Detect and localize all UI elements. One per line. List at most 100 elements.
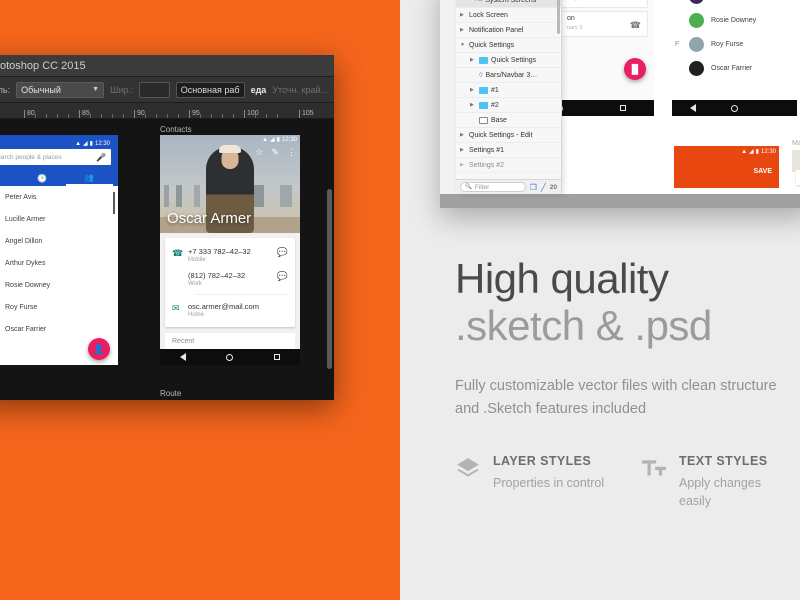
- layer-row-settings-1[interactable]: ▶ Settings #1: [456, 143, 561, 158]
- recent-section-header[interactable]: Recent: [165, 332, 295, 350]
- phone-icon[interactable]: ☎: [630, 20, 641, 31]
- layer-row-quick-settings-edit[interactable]: ▶ Quick Settings - Edit: [456, 128, 561, 143]
- list-item[interactable]: Arthur Dykes: [0, 252, 118, 274]
- save-button[interactable]: SAVE: [753, 168, 772, 175]
- signal-icon: ◢: [270, 137, 275, 143]
- people-icon: 👥: [84, 172, 95, 182]
- ruler-label: 95: [192, 110, 200, 117]
- disclosure-arrow[interactable]: ▶: [470, 87, 476, 93]
- call-log-number: on: [567, 15, 575, 22]
- overflow-icon[interactable]: ⋮: [287, 147, 296, 158]
- list-item[interactable]: Arthur Dykes: [672, 0, 797, 8]
- canvas-scrollbar[interactable]: [327, 189, 332, 369]
- call-log-artboard: 88-99 uary 3 ☎ on uary 3 ☎ █: [528, 0, 654, 116]
- list-item[interactable]: Oscar Farrier: [0, 318, 118, 340]
- microphone-icon[interactable]: 🎤: [96, 153, 106, 162]
- add-contact-fab[interactable]: 👤: [88, 338, 110, 360]
- disclosure-arrow[interactable]: ▶: [470, 57, 476, 63]
- ruler-label: 105: [302, 110, 314, 117]
- back-icon[interactable]: [180, 353, 187, 361]
- list-item[interactable]: Rosie Downey: [0, 274, 118, 296]
- list-scrollbar[interactable]: [113, 192, 115, 214]
- list-item[interactable]: D Angel Dillon: [0, 230, 118, 252]
- layer-label: Quick Settings - Edit: [469, 131, 533, 139]
- artboard-label-contacts[interactable]: Contacts: [160, 125, 192, 134]
- map-search-bar[interactable]: ☰ Try gas stations, ATMs: [796, 170, 800, 185]
- duplicate-icon[interactable]: ❐: [530, 183, 537, 192]
- contact-name: Rosie Downey: [711, 16, 757, 24]
- filter-input[interactable]: 🔍 Filter: [460, 182, 526, 192]
- list-item[interactable]: Lucille Armer: [0, 208, 118, 230]
- style-select[interactable]: Обычный ▼: [16, 81, 105, 98]
- contact-phone-work[interactable]: (812) 782–42–32 Work 💬: [165, 267, 295, 291]
- disclosure-arrow[interactable]: ▶: [460, 12, 466, 18]
- layer-row-bars-navbar[interactable]: ◊ Bars/Navbar 3…: [456, 68, 561, 83]
- pen-icon[interactable]: ╱: [541, 183, 546, 192]
- width-input[interactable]: [139, 81, 170, 98]
- headline-line-2: .sketch & .psd: [455, 302, 712, 350]
- phone-label: Mobile: [188, 257, 206, 263]
- message-icon[interactable]: 💬: [277, 271, 288, 282]
- photoshop-titlebar: otoshop CC 2015: [0, 55, 334, 77]
- disclosure-arrow[interactable]: ▼: [460, 42, 466, 48]
- disclosure-arrow[interactable]: ▶: [460, 147, 466, 153]
- list-item[interactable]: F Roy Furse: [0, 296, 118, 318]
- photoshop-canvas[interactable]: ontact Contacts aps Route ▲ ◢ ▮ 12:30 🔍 …: [0, 119, 334, 400]
- disclosure-arrow[interactable]: ▶: [460, 27, 466, 33]
- mini-contacts-artboard: Arthur Dykes Rosie Downey F Roy Furse: [672, 0, 797, 116]
- contacts-list[interactable]: A Peter Avis Lucille Armer D Angel Dillo…: [0, 186, 118, 365]
- horizontal-ruler[interactable]: 80 85 90 95 100 105: [0, 103, 334, 119]
- back-icon[interactable]: [689, 104, 696, 112]
- email-value: osc.armer@mail.com: [188, 302, 259, 311]
- feature-layer-styles: LAYER STYLES Properties in control: [455, 454, 609, 510]
- message-icon[interactable]: 💬: [277, 247, 288, 258]
- artboard-label-route[interactable]: Route: [160, 389, 181, 398]
- tab-contacts[interactable]: 👥: [65, 170, 113, 186]
- width-label: Шир.:: [110, 84, 134, 95]
- recents-icon[interactable]: [619, 105, 626, 111]
- dialpad-fab[interactable]: █: [624, 58, 646, 80]
- layer-row-lock-screen[interactable]: ▶ Lock Screen: [456, 8, 561, 23]
- layer-row-2[interactable]: ▶ #2: [456, 98, 561, 113]
- photoshop-window: otoshop CC 2015 Стиль: Обычный ▼ Шир.: О…: [0, 55, 334, 400]
- list-item[interactable]: A Peter Avis: [0, 186, 118, 208]
- battery-icon: ▮: [755, 148, 759, 155]
- tab-recents[interactable]: 🕑: [18, 170, 65, 186]
- layer-row-quick-settings-group[interactable]: ▶ Quick Settings: [456, 53, 561, 68]
- tab-favorites[interactable]: ★: [0, 170, 18, 186]
- workspace-value: Основная раб: [180, 84, 240, 95]
- layer-row-system-screens[interactable]: Aa System Screens: [456, 0, 561, 8]
- layer-row-quick-settings[interactable]: ▼ Quick Settings: [456, 38, 561, 53]
- star-icon[interactable]: ☆: [255, 147, 263, 158]
- edit-icon[interactable]: ✎: [271, 147, 279, 158]
- layers-scrollbar[interactable]: [557, 0, 560, 34]
- menu-button[interactable]: еда: [251, 85, 267, 95]
- contact-name: Lucille Armer: [5, 215, 46, 223]
- contact-name: Angel Dillon: [5, 237, 43, 245]
- layer-row-1[interactable]: ▶ #1: [456, 83, 561, 98]
- layer-row-notification-panel[interactable]: ▶ Notification Panel: [456, 23, 561, 38]
- save-bar-artboard: ▲ ◢ ▮ 12:30 SAVE: [674, 146, 779, 188]
- layer-row-settings-2[interactable]: ▶ Settings #2: [456, 158, 561, 173]
- list-item[interactable]: Oscar Farrier: [672, 56, 797, 80]
- disclosure-arrow[interactable]: ▶: [460, 132, 466, 138]
- home-icon[interactable]: [226, 353, 234, 361]
- phone-icon[interactable]: ☎: [630, 0, 641, 2]
- search-input[interactable]: 🔍 Search people & places 🎤: [0, 149, 111, 165]
- refine-edge-button[interactable]: Уточн. край...: [272, 85, 328, 95]
- layer-row-base[interactable]: Base: [456, 113, 561, 128]
- layer-label: Settings #2: [469, 161, 505, 169]
- search-placeholder: Search people & places: [0, 153, 62, 161]
- contact-email[interactable]: ✉ osc.armer@mail.com Home: [165, 298, 295, 322]
- search-icon: 🔍: [465, 184, 472, 190]
- disclosure-arrow[interactable]: ▶: [460, 162, 466, 168]
- mini-maps-artboard: Maps ☰ Try gas stations, ATMs: [792, 140, 800, 194]
- workspace-select[interactable]: Основная раб: [175, 81, 245, 98]
- layer-label: Base: [491, 116, 507, 124]
- home-icon[interactable]: [730, 104, 738, 112]
- contact-phone-mobile[interactable]: ☎ +7 333 782–42–32 Mobile 💬: [165, 243, 295, 267]
- recents-icon[interactable]: [273, 354, 280, 360]
- list-item[interactable]: F Roy Furse: [672, 32, 797, 56]
- list-item[interactable]: Rosie Downey: [672, 8, 797, 32]
- disclosure-arrow[interactable]: ▶: [470, 102, 476, 108]
